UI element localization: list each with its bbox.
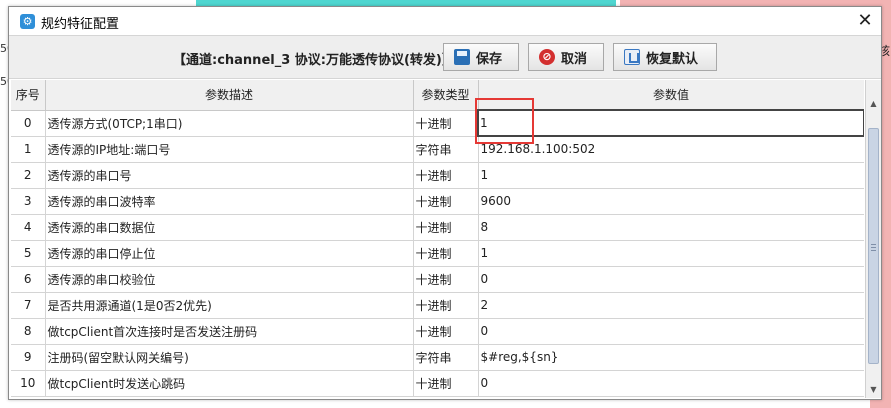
- row-value[interactable]: 0: [478, 318, 864, 345]
- row-index: 6: [11, 266, 46, 293]
- row-value[interactable]: 192.168.1.100:502: [478, 136, 864, 163]
- protocol-config-dialog: ⚙ 规约特征配置 ✕ 【通道:channel_3 协议:万能透传协议(转发)】 …: [8, 6, 882, 400]
- row-value[interactable]: 8: [478, 214, 864, 241]
- toolbar: 【通道:channel_3 协议:万能透传协议(转发)】 保存 ⊘ 取消 恢复默…: [9, 35, 881, 79]
- row-description: 是否共用源通道(1是0否2优先): [45, 292, 414, 319]
- scroll-down-arrow-icon[interactable]: ▼: [866, 382, 881, 398]
- highlight-annotation-box: [475, 98, 534, 144]
- row-description: 注册码(留空默认网关编号): [45, 344, 414, 371]
- row-type: 十进制: [413, 162, 479, 189]
- grip-line: [871, 247, 876, 248]
- save-button[interactable]: 保存: [443, 43, 519, 71]
- table-row[interactable]: 0 透传源方式(0TCP;1串口) 十进制 1: [11, 109, 864, 137]
- dialog-titlebar[interactable]: ⚙ 规约特征配置 ✕: [9, 7, 881, 35]
- row-type: 十进制: [413, 370, 479, 397]
- row-description: 透传源方式(0TCP;1串口): [45, 110, 414, 137]
- row-type: 十进制: [413, 188, 479, 215]
- table-row[interactable]: 3 透传源的串口波特率 十进制 9600: [11, 188, 864, 215]
- row-value[interactable]: 0: [478, 370, 864, 397]
- table-row[interactable]: 1 透传源的IP地址:端口号 字符串 192.168.1.100:502: [11, 136, 864, 163]
- row-value[interactable]: 0: [478, 266, 864, 293]
- column-header-description[interactable]: 参数描述: [45, 80, 414, 111]
- row-type: 十进制: [413, 266, 479, 293]
- table-row[interactable]: 4 透传源的串口数据位 十进制 8: [11, 214, 864, 241]
- row-index: 9: [11, 344, 46, 371]
- row-description: 透传源的IP地址:端口号: [45, 136, 414, 163]
- close-button[interactable]: ✕: [855, 11, 875, 31]
- restore-button-label: 恢复默认: [646, 51, 699, 67]
- table-row[interactable]: 2 透传源的串口号 十进制 1: [11, 162, 864, 189]
- row-type: 十进制: [413, 214, 479, 241]
- table-row[interactable]: 7 是否共用源通道(1是0否2优先) 十进制 2: [11, 292, 864, 319]
- table-row[interactable]: 10 做tcpClient时发送心跳码 十进制 0: [11, 370, 864, 397]
- table-row[interactable]: 9 注册码(留空默认网关编号) 字符串 $#reg,${sn}: [11, 344, 864, 371]
- grip-line: [871, 250, 876, 251]
- row-index: 2: [11, 162, 46, 189]
- row-description: 做tcpClient首次连接时是否发送注册码: [45, 318, 414, 345]
- restore-icon: [624, 49, 640, 65]
- parameter-table: 序号 参数描述 参数类型 参数值 0 透传源方式(0TCP;1串口) 十进制 1…: [11, 80, 864, 398]
- restore-default-button[interactable]: 恢复默认: [613, 43, 717, 71]
- row-type: 字符串: [413, 344, 479, 371]
- row-value-editor[interactable]: 1: [477, 109, 864, 137]
- scroll-up-arrow-icon[interactable]: ▲: [866, 96, 881, 112]
- row-value[interactable]: $#reg,${sn}: [478, 344, 864, 371]
- row-index: 10: [11, 370, 46, 397]
- table-row[interactable]: 8 做tcpClient首次连接时是否发送注册码 十进制 0: [11, 318, 864, 345]
- row-index: 8: [11, 318, 46, 345]
- cancel-button-label: 取消: [561, 51, 588, 67]
- row-index: 3: [11, 188, 46, 215]
- dialog-title: 规约特征配置: [41, 17, 120, 32]
- row-type: 字符串: [413, 136, 479, 163]
- row-description: 透传源的串口号: [45, 162, 414, 189]
- grip-line: [871, 244, 876, 245]
- cancel-icon: ⊘: [539, 49, 555, 65]
- cancel-button[interactable]: ⊘ 取消: [528, 43, 604, 71]
- column-header-index[interactable]: 序号: [11, 80, 46, 111]
- gear-icon: ⚙: [20, 14, 35, 29]
- vertical-scrollbar[interactable]: ▲ ▼: [865, 80, 881, 398]
- row-index: 7: [11, 292, 46, 319]
- table-row[interactable]: 5 透传源的串口停止位 十进制 1: [11, 240, 864, 267]
- scrollbar-thumb[interactable]: [868, 128, 879, 364]
- column-header-value[interactable]: 参数值: [478, 80, 864, 111]
- row-description: 透传源的串口校验位: [45, 266, 414, 293]
- row-index: 5: [11, 240, 46, 267]
- table-row[interactable]: 6 透传源的串口校验位 十进制 0: [11, 266, 864, 293]
- row-index: 4: [11, 214, 46, 241]
- save-disk-icon: [454, 49, 470, 65]
- row-value[interactable]: 1: [478, 162, 864, 189]
- column-header-type[interactable]: 参数类型: [413, 80, 479, 111]
- row-type: 十进制: [413, 318, 479, 345]
- row-type: 十进制: [413, 240, 479, 267]
- row-index: 1: [11, 136, 46, 163]
- table-header-row: 序号 参数描述 参数类型 参数值: [11, 80, 864, 111]
- channel-protocol-label: 【通道:channel_3 协议:万能透传协议(转发)】: [173, 53, 455, 68]
- row-description: 透传源的串口波特率: [45, 188, 414, 215]
- row-type: 十进制: [413, 110, 479, 137]
- save-button-label: 保存: [476, 51, 503, 67]
- row-value[interactable]: 1: [478, 240, 864, 267]
- row-type: 十进制: [413, 292, 479, 319]
- row-value[interactable]: 2: [478, 292, 864, 319]
- row-description: 做tcpClient时发送心跳码: [45, 370, 414, 397]
- row-value[interactable]: 9600: [478, 188, 864, 215]
- row-description: 透传源的串口数据位: [45, 214, 414, 241]
- row-description: 透传源的串口停止位: [45, 240, 414, 267]
- row-index: 0: [11, 110, 46, 137]
